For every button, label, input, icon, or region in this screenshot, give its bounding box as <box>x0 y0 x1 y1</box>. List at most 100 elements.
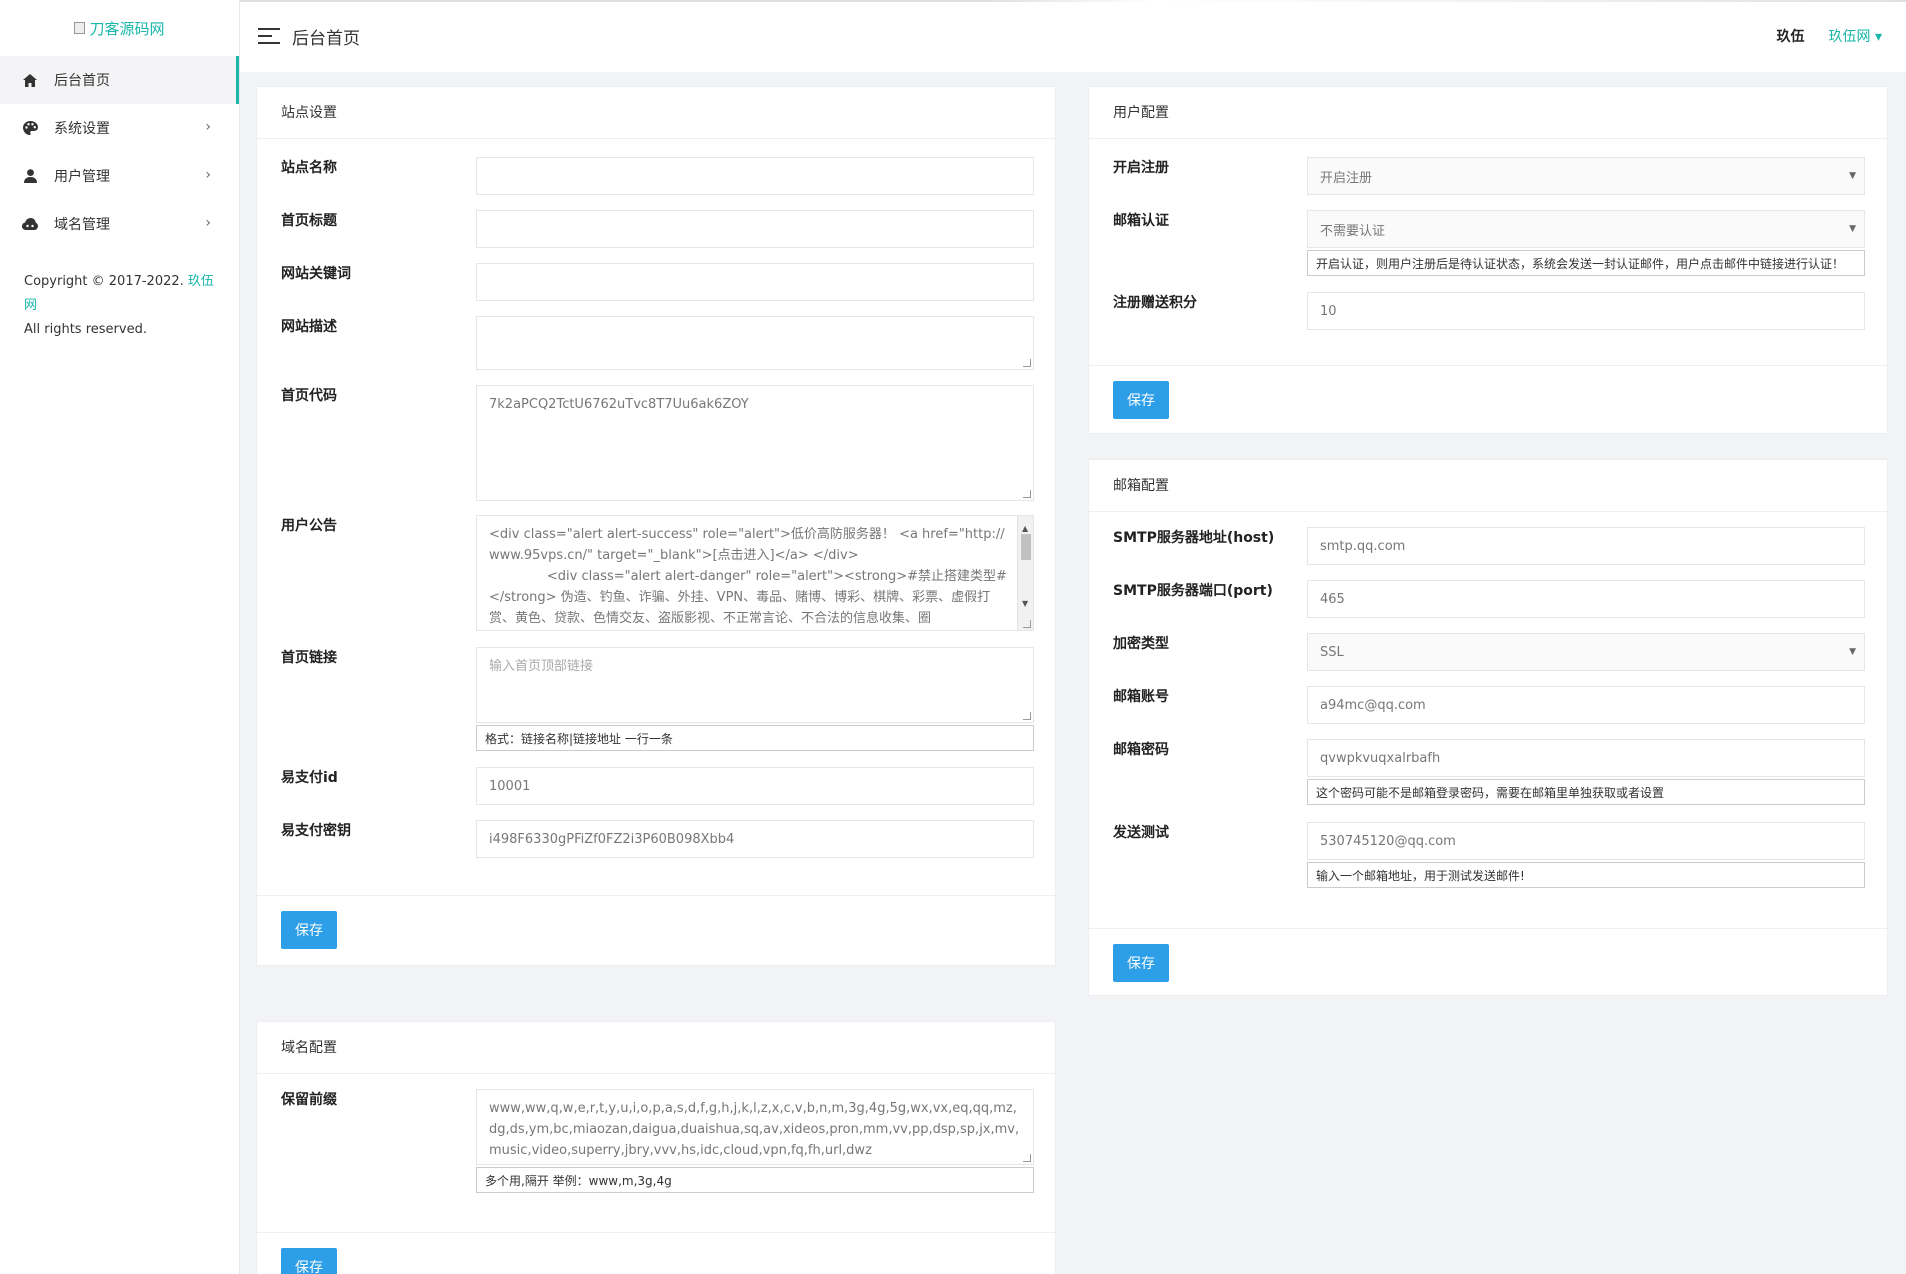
home-links-placeholder: 输入首页顶部链接 <box>489 659 594 674</box>
sidebar-item-label: 系统设置 <box>54 121 110 137</box>
panel-title: 邮箱配置 <box>1089 460 1887 512</box>
panel-title: 域名配置 <box>257 1022 1055 1074</box>
mail-password-input[interactable]: qvwpkvuqxalrbafh <box>1307 739 1865 777</box>
register-label: 开启注册 <box>1113 160 1169 176</box>
save-button[interactable]: 保存 <box>1113 381 1169 419</box>
copyright: Copyright © 2017-2022. 玖伍网 All rights re… <box>0 248 239 364</box>
chevron-right-icon: › <box>205 167 211 183</box>
broken-image-icon <box>74 22 86 34</box>
user-icon <box>22 168 38 184</box>
panel-title: 用户配置 <box>1089 87 1887 139</box>
home-links-label: 首页链接 <box>281 650 337 666</box>
sidebar-item-label: 后台首页 <box>54 73 110 89</box>
smtp-host-input[interactable]: smtp.qq.com <box>1307 527 1865 565</box>
smtp-port-input[interactable]: 465 <box>1307 580 1865 618</box>
chevron-right-icon: › <box>205 119 211 135</box>
home-links-textarea[interactable]: 输入首页顶部链接 <box>476 647 1034 723</box>
notice-scrollbar[interactable]: ▲ ▼ <box>1017 516 1033 630</box>
sidebar-item-system-settings[interactable]: 系统设置 › <box>0 104 239 152</box>
chevron-right-icon: › <box>205 215 211 231</box>
user-name[interactable]: 玖伍 <box>1777 26 1805 46</box>
top-loading-line <box>240 0 1906 2</box>
bonus-input[interactable]: 10 <box>1307 292 1865 330</box>
sidebar-item-label: 域名管理 <box>54 217 110 233</box>
email-verify-hint: 开启认证，则用户注册后是待认证状态，系统会发送一封认证邮件，用户点击邮件中链接进… <box>1307 250 1865 276</box>
panel-title: 站点设置 <box>257 87 1055 139</box>
smtp-host-label: SMTP服务器地址(host) <box>1113 530 1275 546</box>
register-value: 开启注册 <box>1320 170 1373 186</box>
epay-id-input[interactable]: 10001 <box>476 767 1034 805</box>
sidebar-item-dashboard[interactable]: 后台首页 <box>0 56 239 104</box>
save-button[interactable]: 保存 <box>281 911 337 949</box>
smtp-port-label: SMTP服务器端口(port) <box>1113 583 1273 599</box>
home-links-hint: 格式：链接名称|链接地址 一行一条 <box>476 725 1034 751</box>
email-verify-select[interactable]: 不需要认证 ▼ <box>1307 210 1865 248</box>
keywords-input[interactable] <box>476 263 1034 301</box>
site-name-input[interactable] <box>476 157 1034 195</box>
site-dropdown[interactable]: 玖伍网 ▾ <box>1829 26 1882 46</box>
brand[interactable]: 刀客源码网 <box>0 0 239 56</box>
send-test-hint: 输入一个邮箱地址，用于测试发送邮件! <box>1307 862 1865 888</box>
encrypt-type-select[interactable]: SSL ▼ <box>1307 633 1865 671</box>
caret-down-icon: ▼ <box>1849 647 1856 657</box>
description-textarea[interactable] <box>476 316 1034 370</box>
top-header: 后台首页 玖伍 玖伍网 ▾ <box>240 0 1906 72</box>
epay-id-label: 易支付id <box>281 770 338 786</box>
resize-handle-icon[interactable] <box>1023 712 1031 720</box>
site-name-label: 站点名称 <box>281 160 337 176</box>
epay-key-label: 易支付密钥 <box>281 823 351 839</box>
user-config-panel: 用户配置 开启注册 开启注册 ▼ 邮箱认证 不需要认证 ▼ 开启认证，则用户注册… <box>1088 86 1888 434</box>
page-title: 后台首页 <box>292 28 360 49</box>
reserved-prefix-label: 保留前缀 <box>281 1092 337 1108</box>
mail-password-label: 邮箱密码 <box>1113 742 1169 758</box>
sidebar: 刀客源码网 后台首页 系统设置 › 用户管理 › 域名管理 › Copyrigh… <box>0 0 240 1274</box>
caret-down-icon: ▼ <box>1849 224 1856 234</box>
description-label: 网站描述 <box>281 319 337 335</box>
home-code-textarea[interactable]: 7k2aPCQ2TctU6762uTvc8T7Uu6ak6ZOY <box>476 385 1034 501</box>
encrypt-type-value: SSL <box>1320 644 1344 660</box>
resize-handle-icon[interactable] <box>1023 1154 1031 1162</box>
epay-key-input[interactable]: i498F6330gPFiZf0FZ2i3P60B098Xbb4 <box>476 820 1034 858</box>
home-code-label: 首页代码 <box>281 388 337 404</box>
email-verify-label: 邮箱认证 <box>1113 213 1169 229</box>
home-title-input[interactable] <box>476 210 1034 248</box>
sidebar-item-label: 用户管理 <box>54 169 110 185</box>
sidebar-item-user-management[interactable]: 用户管理 › <box>0 152 239 200</box>
mail-password-hint: 这个密码可能不是邮箱登录密码，需要在邮箱里单独获取或者设置 <box>1307 779 1865 805</box>
resize-handle-icon[interactable] <box>1023 490 1031 498</box>
hamburger-menu-icon[interactable] <box>258 28 280 44</box>
mail-account-label: 邮箱账号 <box>1113 689 1169 705</box>
email-verify-value: 不需要认证 <box>1320 223 1386 239</box>
save-button[interactable]: 保存 <box>281 1248 337 1274</box>
scroll-down-icon[interactable]: ▼ <box>1022 593 1028 614</box>
domain-config-panel: 域名配置 保留前缀 www,ww,q,w,e,r,t,y,u,i,o,p,a,s… <box>256 1021 1056 1274</box>
home-icon <box>22 72 38 88</box>
resize-handle-icon[interactable] <box>1023 620 1031 628</box>
resize-handle-icon[interactable] <box>1023 359 1031 367</box>
site-settings-panel: 站点设置 站点名称 首页标题 网站关键词 网站描述 首页代码 7k2aPCQ2T… <box>256 86 1056 966</box>
save-button[interactable]: 保存 <box>1113 944 1169 982</box>
cloud-icon <box>22 216 38 232</box>
mail-config-panel: 邮箱配置 SMTP服务器地址(host) smtp.qq.com SMTP服务器… <box>1088 459 1888 996</box>
notice-textarea[interactable]: <div class="alert alert-success" role="a… <box>476 515 1034 631</box>
send-test-label: 发送测试 <box>1113 825 1169 841</box>
encrypt-type-label: 加密类型 <box>1113 636 1169 652</box>
send-test-input[interactable]: 530745120@qq.com <box>1307 822 1865 860</box>
reserved-prefix-value: www,ww,q,w,e,r,t,y,u,i,o,p,a,s,d,f,g,h,j… <box>489 1101 1020 1158</box>
scroll-thumb[interactable] <box>1021 534 1031 560</box>
rights-text: All rights reserved. <box>24 322 147 337</box>
reserved-prefix-textarea[interactable]: www,ww,q,w,e,r,t,y,u,i,o,p,a,s,d,f,g,h,j… <box>476 1089 1034 1165</box>
home-code-value: 7k2aPCQ2TctU6762uTvc8T7Uu6ak6ZOY <box>489 397 749 412</box>
brand-logo-text: 刀客源码网 <box>89 19 165 38</box>
register-select[interactable]: 开启注册 ▼ <box>1307 157 1865 195</box>
mail-account-input[interactable]: a94mc@qq.com <box>1307 686 1865 724</box>
notice-label: 用户公告 <box>281 518 337 534</box>
home-title-label: 首页标题 <box>281 213 337 229</box>
keywords-label: 网站关键词 <box>281 266 351 282</box>
bonus-label: 注册赠送积分 <box>1113 295 1197 311</box>
copyright-text: Copyright © 2017-2022. <box>24 274 184 289</box>
sidebar-item-domain-management[interactable]: 域名管理 › <box>0 200 239 248</box>
reserved-prefix-hint: 多个用,隔开 举例：www,m,3g,4g <box>476 1167 1034 1193</box>
caret-down-icon: ▼ <box>1849 171 1856 181</box>
palette-icon <box>22 120 38 136</box>
